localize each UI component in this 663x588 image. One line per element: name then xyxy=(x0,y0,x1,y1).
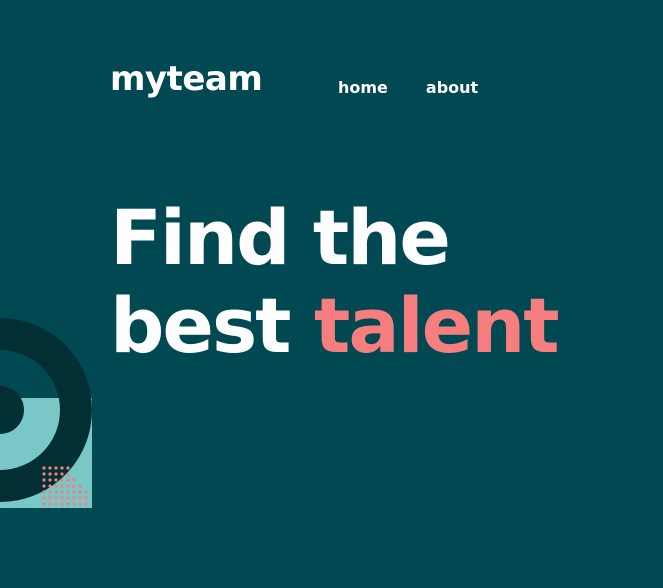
nav-link-home[interactable]: home xyxy=(338,80,388,96)
main-nav: home about xyxy=(338,80,478,96)
decorative-pattern xyxy=(0,318,92,508)
hero-line-2-plain: best xyxy=(110,281,292,370)
site-logo[interactable]: myteam xyxy=(110,62,263,96)
hero-heading: Find the best talent xyxy=(110,193,560,370)
hero-line-2-accent: talent xyxy=(313,281,560,370)
hero-line-1: Find the xyxy=(110,193,451,282)
nav-link-about[interactable]: about xyxy=(426,80,478,96)
